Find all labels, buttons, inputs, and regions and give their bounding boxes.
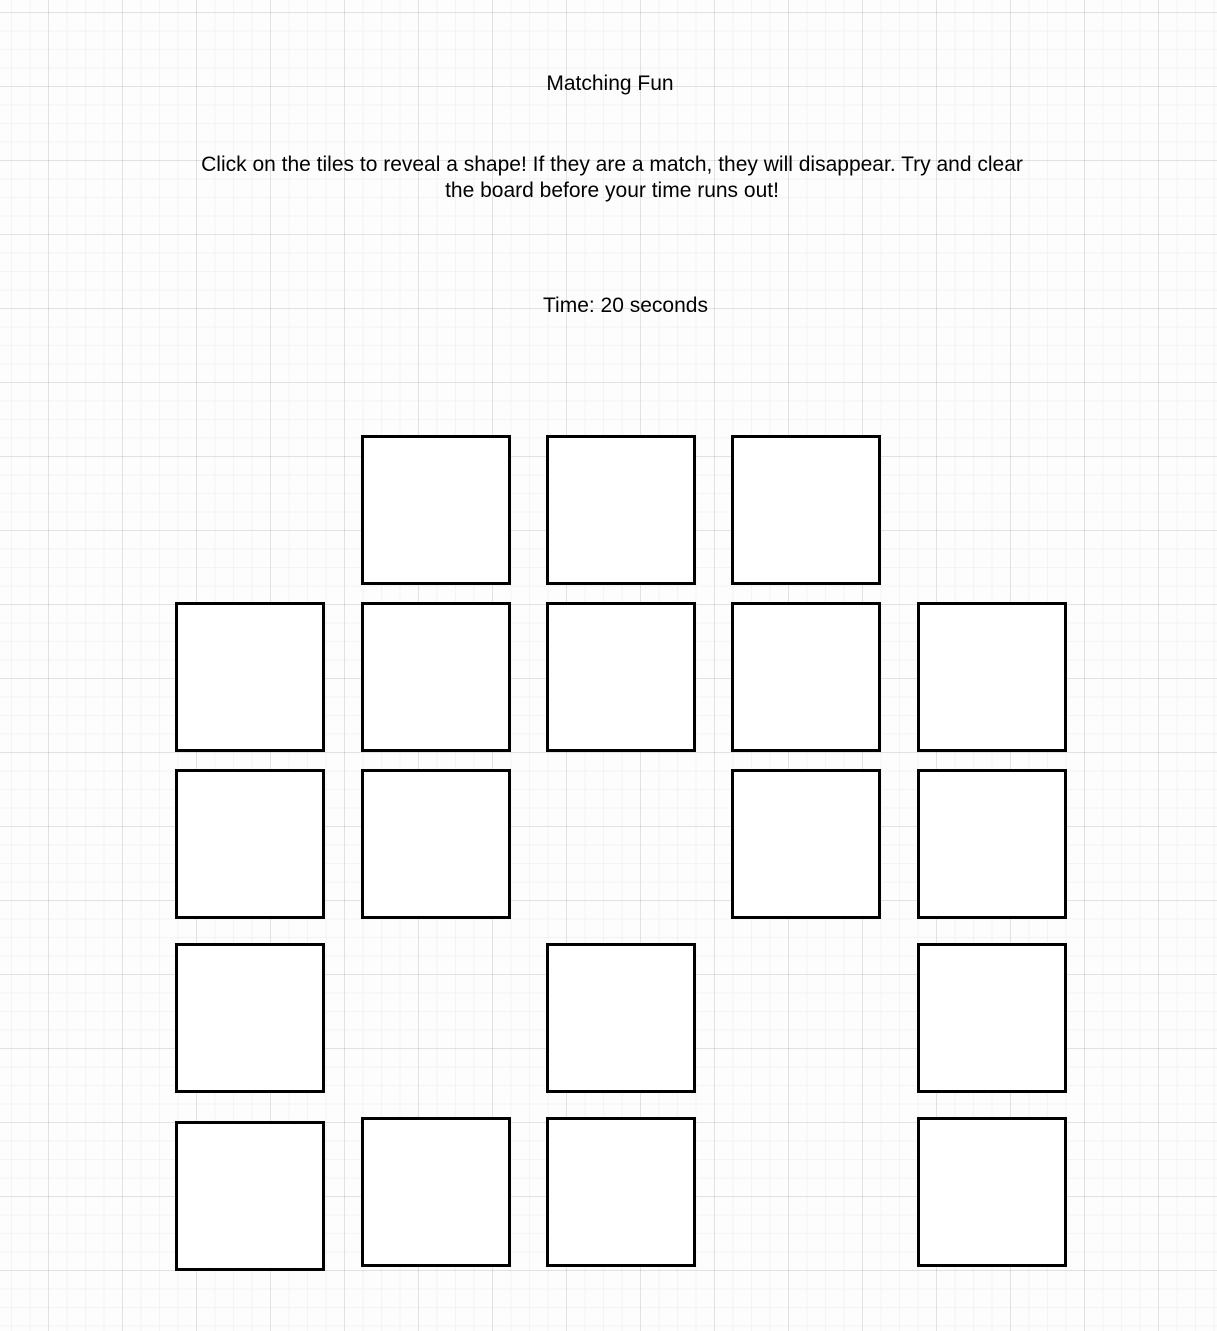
- tile-r5-c2[interactable]: [361, 1117, 511, 1267]
- tile-r1-c2[interactable]: [361, 435, 511, 585]
- tile-r2-c1[interactable]: [175, 602, 325, 752]
- tile-r5-c5[interactable]: [917, 1117, 1067, 1267]
- tile-r4-c1[interactable]: [175, 943, 325, 1093]
- tile-r4-c5[interactable]: [917, 943, 1067, 1093]
- tile-r1-c4[interactable]: [731, 435, 881, 585]
- tile-r2-c5[interactable]: [917, 602, 1067, 752]
- tile-r3-c2[interactable]: [361, 769, 511, 919]
- timer-display: Time: 20 seconds: [543, 294, 708, 317]
- tile-r3-c5[interactable]: [917, 769, 1067, 919]
- tile-r3-c1[interactable]: [175, 769, 325, 919]
- tile-r3-c4[interactable]: [731, 769, 881, 919]
- instructions-text: Click on the tiles to reveal a shape! If…: [201, 153, 1023, 202]
- tile-r4-c3[interactable]: [546, 943, 696, 1093]
- game-title: Matching Fun: [546, 72, 674, 95]
- tile-r1-c3[interactable]: [546, 435, 696, 585]
- tile-r2-c4[interactable]: [731, 602, 881, 752]
- tile-r5-c1[interactable]: [175, 1121, 325, 1271]
- tile-r2-c2[interactable]: [361, 602, 511, 752]
- tile-r2-c3[interactable]: [546, 602, 696, 752]
- tile-r5-c3[interactable]: [546, 1117, 696, 1267]
